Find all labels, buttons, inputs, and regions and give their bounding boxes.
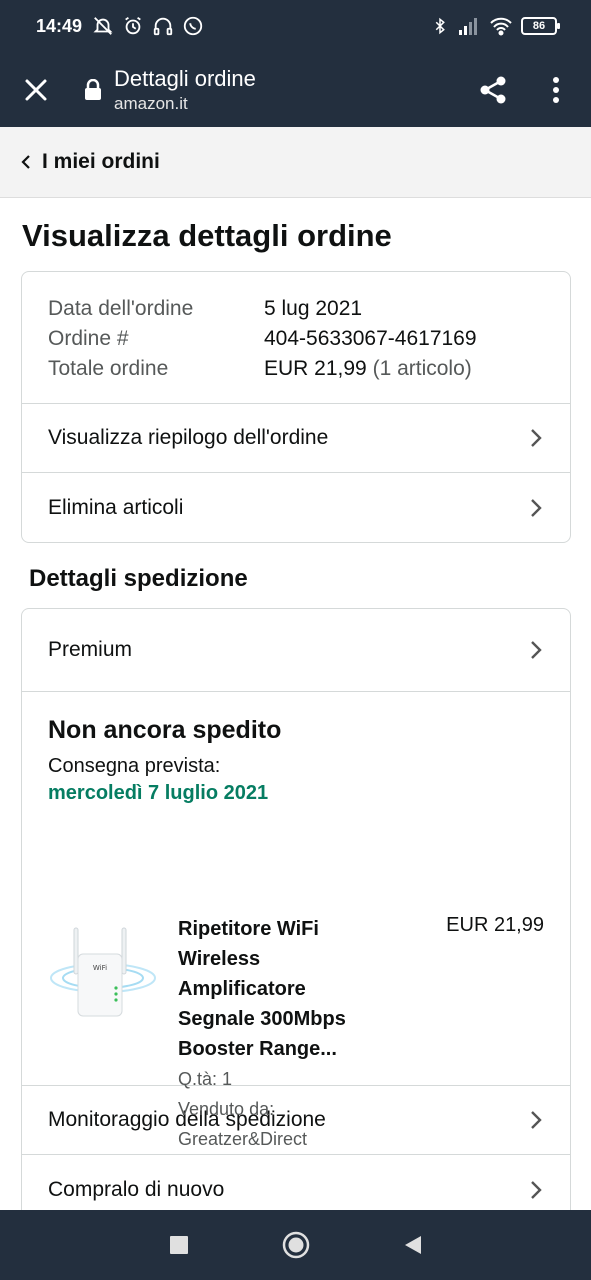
product-quantity: Q.tà: 1 bbox=[178, 1069, 233, 1089]
product-name-line: Booster Range... bbox=[178, 1038, 337, 1060]
close-button[interactable] bbox=[0, 52, 72, 127]
order-date-value: 5 lug 2021 bbox=[264, 297, 363, 320]
triangle-back-icon bbox=[404, 1236, 421, 1254]
order-summary-label: Visualizza riepilogo dell'ordine bbox=[48, 426, 329, 449]
share-button[interactable] bbox=[465, 52, 521, 127]
product-price: EUR 21,99 bbox=[446, 914, 544, 936]
product-name-line: Amplificatore bbox=[178, 978, 306, 1000]
product-item[interactable]: WiFi Ripetitore WiFi Wireless Amplificat… bbox=[48, 914, 544, 1154]
product-name-line: Ripetitore WiFi bbox=[178, 918, 319, 940]
order-summary-link[interactable]: Visualizza riepilogo dell'ordine bbox=[22, 404, 570, 473]
order-number-row: Ordine # 404-5633067-4617169 bbox=[48, 324, 544, 354]
status-time: 14:49 bbox=[36, 15, 83, 36]
product-info: Ripetitore WiFi Wireless Amplificatore S… bbox=[178, 914, 408, 1154]
product-seller: Venduto da: Greatzer&Direct bbox=[178, 1099, 308, 1149]
shipping-section-title: Dettagli spedizione bbox=[29, 565, 248, 592]
delivery-date: mercoledì 7 luglio 2021 bbox=[48, 782, 269, 804]
product-name[interactable]: Ripetitore WiFi Wireless Amplificatore S… bbox=[178, 914, 408, 1064]
home-button[interactable] bbox=[276, 1225, 316, 1265]
square-icon bbox=[169, 1236, 188, 1254]
status-bar: 14:49 86 bbox=[0, 0, 591, 52]
order-total-label: Totale ordine bbox=[48, 357, 169, 380]
battery-icon: 86 bbox=[521, 17, 560, 35]
product-name-line: Segnale 300Mbps bbox=[178, 1008, 346, 1030]
shipment-block: Non ancora spedito Consegna prevista: me… bbox=[22, 692, 570, 1149]
close-icon bbox=[25, 79, 47, 100]
order-total-amount: EUR 21,99 bbox=[264, 357, 367, 380]
page-title: Visualizza dettagli ordine bbox=[22, 218, 392, 253]
shipping-card: Premium Non ancora spedito Consegna prev… bbox=[21, 608, 571, 1228]
signal-icon bbox=[459, 18, 477, 35]
url-area[interactable]: Dettagli ordine amazon.it bbox=[114, 65, 465, 115]
order-total-row: Totale ordine EUR 21,99 (1 articolo) bbox=[48, 354, 544, 384]
browser-domain: amazon.it bbox=[114, 93, 188, 113]
order-number-label: Ordine # bbox=[48, 327, 129, 350]
system-nav-bar bbox=[0, 1210, 591, 1280]
back-to-orders-link[interactable]: I miei ordini bbox=[0, 127, 591, 198]
circle-icon bbox=[282, 1231, 309, 1259]
buy-again-label: Compralo di nuovo bbox=[48, 1177, 225, 1201]
more-vert-icon bbox=[553, 76, 559, 103]
whatsapp-icon bbox=[183, 16, 203, 36]
chevron-right-icon bbox=[528, 1180, 544, 1199]
order-date-row: Data dell'ordine 5 lug 2021 bbox=[48, 294, 544, 324]
order-number-value: 404-5633067-4617169 bbox=[264, 327, 477, 350]
browser-title: Dettagli ordine bbox=[114, 65, 256, 91]
chevron-right-icon bbox=[528, 641, 544, 659]
delete-items-label: Elimina articoli bbox=[48, 495, 184, 519]
chevron-right-icon bbox=[528, 498, 544, 517]
more-options-button[interactable] bbox=[531, 52, 581, 127]
order-total-items: (1 articolo) bbox=[372, 357, 472, 380]
order-date-label: Data dell'ordine bbox=[48, 297, 194, 320]
back-link-label: I miei ordini bbox=[42, 150, 160, 173]
chevron-left-icon bbox=[21, 155, 30, 169]
headphones-icon bbox=[153, 17, 173, 36]
share-icon bbox=[480, 76, 506, 103]
shipping-method-link[interactable]: Premium bbox=[22, 609, 570, 692]
wifi-icon bbox=[490, 17, 512, 36]
notification-icons bbox=[92, 15, 204, 37]
browser-toolbar: Dettagli ordine amazon.it bbox=[0, 52, 591, 127]
chevron-right-icon bbox=[528, 429, 544, 447]
lock-icon[interactable] bbox=[72, 78, 114, 101]
product-name-line: Wireless bbox=[178, 948, 261, 970]
delivery-label: Consegna prevista: bbox=[48, 755, 221, 777]
order-info-card: Data dell'ordine 5 lug 2021 Ordine # 404… bbox=[21, 271, 571, 543]
bluetooth-icon bbox=[435, 17, 445, 35]
order-total-value: EUR 21,99 (1 articolo) bbox=[264, 354, 472, 384]
product-image[interactable]: WiFi bbox=[48, 920, 158, 1030]
shipping-method-label: Premium bbox=[48, 638, 133, 661]
alarm-icon bbox=[125, 16, 141, 35]
delete-items-link[interactable]: Elimina articoli bbox=[22, 473, 570, 542]
system-icons: 86 bbox=[431, 15, 560, 37]
back-button[interactable] bbox=[393, 1225, 433, 1265]
silent-bell-icon bbox=[93, 17, 113, 35]
recents-button[interactable] bbox=[159, 1225, 199, 1265]
shipment-status: Non ancora spedito bbox=[48, 716, 282, 744]
order-info-block: Data dell'ordine 5 lug 2021 Ordine # 404… bbox=[22, 272, 570, 404]
svg-text:WiFi: WiFi bbox=[93, 964, 107, 972]
